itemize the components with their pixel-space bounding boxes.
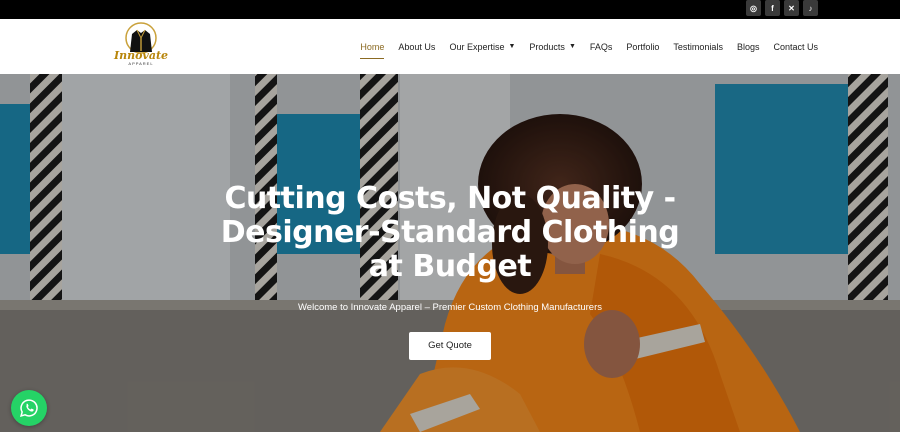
- get-quote-button[interactable]: Get Quote: [409, 332, 491, 360]
- nav-contact[interactable]: Contact Us: [773, 38, 818, 56]
- nav-testimonials[interactable]: Testimonials: [673, 38, 723, 56]
- site-logo[interactable]: Innovate APPAREL: [113, 22, 169, 72]
- nav-expertise[interactable]: Our Expertise ▼: [449, 38, 515, 56]
- nav-contact-label: Contact Us: [773, 41, 818, 52]
- whatsapp-icon: [20, 399, 38, 417]
- chevron-down-icon: ▼: [568, 43, 576, 50]
- hero-content: Cutting Costs, Not Quality - Designer-St…: [0, 182, 900, 360]
- nav-faqs-label: FAQs: [589, 41, 613, 52]
- nav-testimonials-label: Testimonials: [673, 41, 723, 52]
- nav-home[interactable]: Home: [360, 38, 385, 59]
- instagram-icon[interactable]: ◎: [746, 0, 761, 16]
- nav-expertise-label: Our Expertise: [449, 41, 505, 52]
- tiktok-icon[interactable]: ♪: [803, 0, 818, 16]
- nav-portfolio[interactable]: Portfolio: [626, 38, 659, 56]
- whatsapp-button[interactable]: [11, 390, 47, 426]
- hero-subtitle: Welcome to Innovate Apparel – Premier Cu…: [298, 302, 602, 313]
- logo-wordmark: Innovate: [113, 49, 169, 62]
- nav-products[interactable]: Products ▼: [529, 38, 575, 56]
- nav-about-label: About Us: [398, 41, 436, 52]
- x-twitter-icon[interactable]: ✕: [784, 0, 799, 16]
- top-social-bar: ◎ f ✕ ♪: [0, 0, 900, 19]
- site-header: Innovate APPAREL Home About Us Our Exper…: [0, 19, 900, 74]
- nav-about[interactable]: About Us: [398, 38, 435, 56]
- social-links: ◎ f ✕ ♪: [746, 0, 818, 16]
- nav-blogs[interactable]: Blogs: [737, 38, 760, 56]
- nav-faqs[interactable]: FAQs: [590, 38, 613, 56]
- logo-subtext: APPAREL: [128, 61, 154, 66]
- nav-portfolio-label: Portfolio: [626, 41, 660, 52]
- hero-title: Cutting Costs, Not Quality - Designer-St…: [220, 181, 680, 284]
- nav-home-label: Home: [360, 41, 385, 52]
- nav-blogs-label: Blogs: [736, 41, 760, 52]
- chevron-down-icon: ▼: [508, 43, 516, 50]
- main-nav: Home About Us Our Expertise ▼ Products ▼ F…: [360, 19, 818, 74]
- nav-products-label: Products: [529, 41, 565, 52]
- hero-section: Cutting Costs, Not Quality - Designer-St…: [0, 74, 900, 432]
- facebook-icon[interactable]: f: [765, 0, 780, 16]
